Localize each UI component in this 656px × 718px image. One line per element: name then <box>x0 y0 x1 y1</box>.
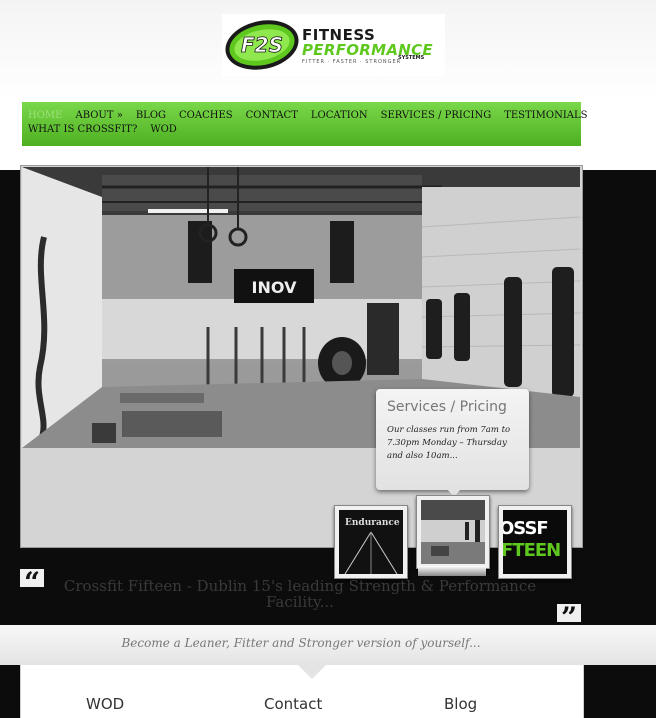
nav-item-home[interactable]: HOME <box>28 110 62 121</box>
quote-text: Crossfit Fifteen - Dublin 15's leading S… <box>63 577 537 611</box>
site-logo[interactable]: F2S FITNESS PERFORMANCE FITTER · FASTER … <box>222 14 445 76</box>
nav-row-1: HOME ABOUT » BLOG COACHES CONTACT LOCATION SER… <box>28 110 600 124</box>
nav-item-coaches[interactable]: COACHES <box>179 110 233 121</box>
open-quote-icon: “ <box>20 569 44 587</box>
close-quote-icon: ” <box>557 604 581 622</box>
active-thumbnail-reflection <box>418 566 486 576</box>
caption-body: Our classes run from 7am to 7.30pm Monda… <box>387 425 511 461</box>
site-header: F2S FITNESS PERFORMANCE FITTER · FASTER … <box>0 0 656 100</box>
slider-thumbnail-1[interactable]: Endurance <box>334 505 408 579</box>
block-title-wod[interactable]: WOD <box>86 695 124 713</box>
thumbnail-3-label-bottom: FTEEN <box>503 540 561 561</box>
nav-row-2: WHAT IS CROSSFIT? WOD <box>28 124 190 138</box>
tagline-text: Become a Leaner, Fitter and Stronger ver… <box>121 636 481 650</box>
bottom-dark-left <box>0 665 20 718</box>
nav-item-contact[interactable]: CONTACT <box>246 110 298 121</box>
caption-title: Services / Pricing <box>387 399 507 415</box>
nav-item-blog[interactable]: BLOG <box>136 110 166 121</box>
tagline-pointer <box>298 665 326 679</box>
logo-monogram: F2S <box>241 33 283 57</box>
logo-systems: SYSTEMS <box>398 55 425 61</box>
bottom-dark-right <box>583 665 656 718</box>
slider-thumbnail-3[interactable]: OSSF FTEEN <box>498 505 572 579</box>
nav-item-location[interactable]: LOCATION <box>311 110 368 121</box>
thumbnail-3-label-top: OSSF <box>503 518 549 539</box>
logo-emblem-icon: F2S <box>225 20 299 70</box>
thumbnail-1-label: Endurance <box>345 518 400 528</box>
main-nav: HOME ABOUT » BLOG COACHES CONTACT LOCATION SER… <box>22 102 587 146</box>
block-title-blog[interactable]: Blog <box>444 695 477 713</box>
logo-tagline: FITTER · FASTER · STRONGER <box>302 59 402 65</box>
nav-item-testimonials[interactable]: TESTIMONIALS <box>504 110 587 121</box>
nav-item-what-is-crossfit[interactable]: WHAT IS CROSSFIT? <box>28 124 137 135</box>
nav-item-services-pricing[interactable]: SERVICES / PRICING <box>381 110 492 121</box>
nav-item-about[interactable]: ABOUT » <box>75 110 122 121</box>
slider-thumbnail-2-active[interactable] <box>416 495 490 569</box>
nav-item-wod[interactable]: WOD <box>150 124 177 135</box>
banner-text: INOV <box>252 278 298 297</box>
block-title-contact[interactable]: Contact <box>264 695 322 713</box>
slide-caption[interactable]: Services / Pricing Our classes run from … <box>376 389 529 497</box>
image-slider[interactable]: INOV <box>20 165 583 548</box>
